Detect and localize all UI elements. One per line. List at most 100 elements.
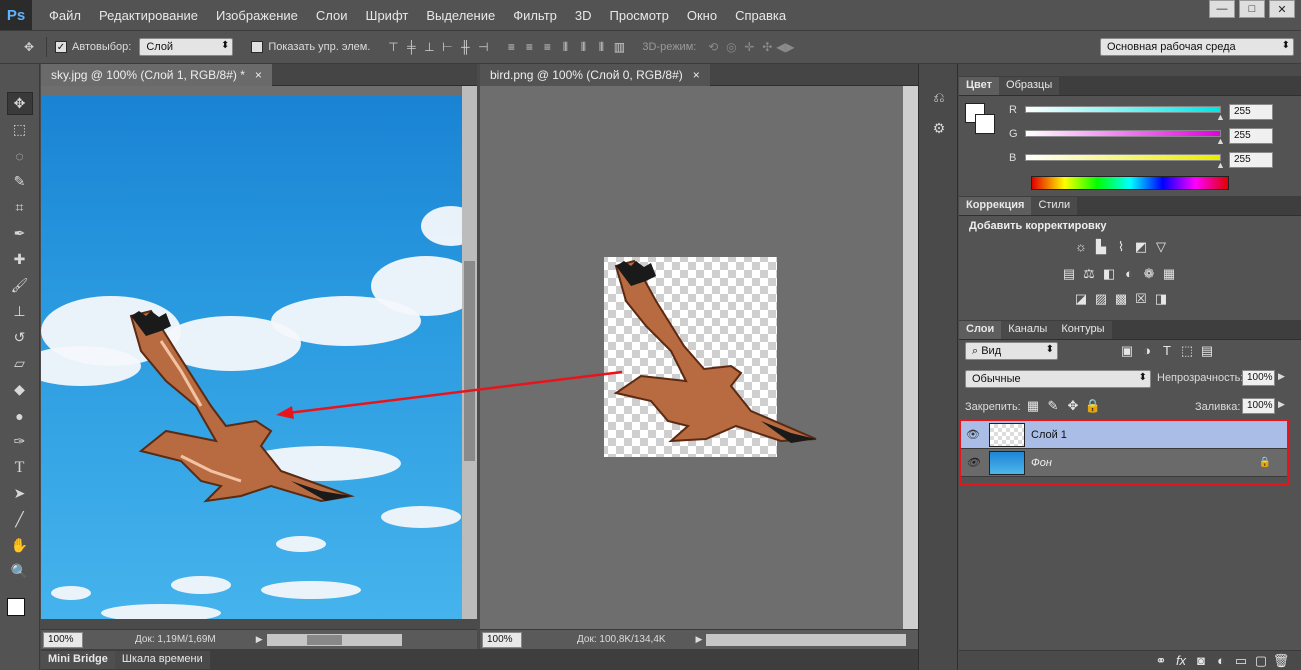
healing-tool-icon[interactable]: ✚ [7, 248, 33, 271]
vibrance-icon[interactable]: ▽ [1153, 239, 1169, 255]
posterize-icon[interactable]: ▨ [1093, 291, 1109, 307]
distribute-bottom-icon[interactable]: ≡ [538, 38, 556, 56]
pen-tool-icon[interactable]: ✑ [7, 430, 33, 453]
quick-select-tool-icon[interactable]: ✎ [7, 170, 33, 193]
path-select-tool-icon[interactable]: ➤ [7, 482, 33, 505]
stamp-tool-icon[interactable]: ⊥ [7, 300, 33, 323]
filter-smart-icon[interactable]: ▤ [1199, 343, 1215, 359]
tab-layers[interactable]: Слои [959, 321, 1002, 339]
link-layers-icon[interactable]: ⚭ [1153, 653, 1169, 669]
tab-sky[interactable]: sky.jpg @ 100% (Слой 1, RGB/8#) * × [41, 64, 272, 86]
black-white-icon[interactable]: ◧ [1101, 266, 1117, 282]
scale-3d-icon[interactable]: ◀▶ [776, 38, 794, 56]
opacity-input[interactable]: 100% [1242, 370, 1275, 386]
menu-item[interactable]: Окно [678, 8, 726, 23]
close-button[interactable]: ✕ [1269, 0, 1295, 18]
slider-handle-icon[interactable]: ▲ [1216, 136, 1225, 146]
add-mask-icon[interactable]: ◙ [1193, 653, 1209, 669]
distribute-right-icon[interactable]: ⦀ [592, 38, 610, 56]
layer-name[interactable]: Фон [1031, 457, 1052, 469]
distribute-vcenter-icon[interactable]: ≡ [520, 38, 538, 56]
foreground-color-swatch[interactable] [6, 598, 25, 616]
zoom-tool-icon[interactable]: 🔍 [7, 560, 33, 583]
color-balance-icon[interactable]: ⚖ [1081, 266, 1097, 282]
blend-mode-dropdown[interactable]: Обычные [965, 370, 1151, 388]
rotate-3d-icon[interactable]: ⟲ [704, 38, 722, 56]
channel-value-input[interactable]: 255 [1229, 128, 1273, 144]
visibility-eye-icon[interactable]: 👁 [961, 456, 985, 469]
levels-icon[interactable]: ▙ [1093, 239, 1109, 255]
sky-vertical-scrollbar[interactable] [462, 86, 477, 619]
channel-slider[interactable] [1025, 106, 1221, 113]
dodge-tool-icon[interactable]: ● [7, 404, 33, 427]
drag-3d-icon[interactable]: ✛ [740, 38, 758, 56]
marquee-tool-icon[interactable]: ⬚ [7, 118, 33, 141]
menu-item[interactable]: Слои [307, 8, 357, 23]
hue-saturation-icon[interactable]: ▤ [1061, 266, 1077, 282]
menu-item[interactable]: Выделение [417, 8, 504, 23]
menu-item[interactable]: Изображение [207, 8, 307, 23]
channel-value-input[interactable]: 255 [1229, 152, 1273, 168]
opacity-arrow-icon[interactable]: ▶ [1278, 371, 1285, 382]
layer-row-fon[interactable]: 👁 Фон 🔒 [961, 449, 1287, 477]
crop-tool-icon[interactable]: ⌗ [7, 196, 33, 219]
curves-icon[interactable]: ⌇ [1113, 239, 1129, 255]
channel-slider[interactable] [1025, 154, 1221, 161]
tab-swatches[interactable]: Образцы [999, 77, 1060, 95]
tab-bird[interactable]: bird.png @ 100% (Слой 0, RGB/8#) × [480, 64, 710, 86]
new-group-icon[interactable]: ▭ [1233, 653, 1249, 669]
bird-zoom-field[interactable]: 100% [482, 631, 522, 648]
filter-pixel-icon[interactable]: ▣ [1119, 343, 1135, 359]
layer-style-icon[interactable]: fx [1173, 653, 1189, 669]
color-lookup-icon[interactable]: ▦ [1161, 266, 1177, 282]
menu-item[interactable]: 3D [566, 8, 601, 23]
tab-channels[interactable]: Каналы [1001, 321, 1055, 339]
align-hcenter-icon[interactable]: ╫ [456, 38, 474, 56]
fill-input[interactable]: 100% [1242, 398, 1275, 414]
menu-item[interactable]: Редактирование [90, 8, 207, 23]
menu-item[interactable]: Справка [726, 8, 795, 23]
move-tool-icon[interactable]: ✥ [6, 92, 33, 115]
tab-timeline[interactable]: Шкала времени [114, 650, 210, 669]
layer-name[interactable]: Слой 1 [1031, 429, 1067, 441]
restore-button[interactable]: □ [1239, 0, 1265, 18]
move-tool-icon[interactable]: ✥ [20, 38, 38, 56]
menu-item[interactable]: Шрифт [357, 8, 418, 23]
photo-filter-icon[interactable]: ◐ [1121, 265, 1137, 281]
filter-adjustment-icon[interactable]: ◑ [1139, 342, 1155, 358]
menu-item[interactable]: Просмотр [601, 8, 678, 23]
gradient-map-icon[interactable]: ☒ [1133, 291, 1149, 307]
filter-type-icon[interactable]: T [1159, 342, 1175, 358]
brightness-icon[interactable]: ☼ [1073, 238, 1089, 254]
filter-shape-icon[interactable]: ⬚ [1179, 343, 1195, 359]
distribute-hcenter-icon[interactable]: ⦀ [574, 38, 592, 56]
slide-3d-icon[interactable]: ✣ [758, 38, 776, 56]
new-layer-icon[interactable]: ▢ [1253, 653, 1269, 669]
history-brush-tool-icon[interactable]: ↺ [7, 326, 33, 349]
line-tool-icon[interactable]: ╱ [7, 508, 33, 531]
tab-adjustments[interactable]: Коррекция [959, 197, 1032, 215]
type-tool-icon[interactable]: T [7, 456, 33, 479]
sky-status-arrow-icon[interactable]: ▶ [256, 634, 263, 645]
roll-3d-icon[interactable]: ◎ [722, 38, 740, 56]
tab-close-icon[interactable]: × [693, 68, 700, 82]
bird-status-arrow-icon[interactable]: ▶ [696, 634, 703, 645]
tab-styles[interactable]: Стили [1031, 197, 1078, 215]
tab-close-icon[interactable]: × [255, 68, 262, 82]
slider-handle-icon[interactable]: ▲ [1216, 160, 1225, 170]
sky-zoom-field[interactable]: 100% [43, 631, 83, 648]
history-panel-icon[interactable]: ⎌ [926, 86, 952, 109]
bird-vertical-scrollbar[interactable] [903, 86, 918, 629]
tab-paths[interactable]: Контуры [1054, 321, 1112, 339]
minimize-button[interactable]: — [1209, 0, 1235, 18]
background-color-swatch[interactable] [975, 114, 995, 134]
align-right-icon[interactable]: ⊣ [474, 38, 492, 56]
menu-item[interactable]: Файл [40, 8, 90, 23]
align-vcenter-icon[interactable]: ╪ [402, 38, 420, 56]
selective-color-icon[interactable]: ◨ [1153, 291, 1169, 307]
channel-value-input[interactable]: 255 [1229, 104, 1273, 120]
color-spectrum-bar[interactable] [1031, 176, 1229, 190]
brush-tool-icon[interactable]: 🖌 [7, 274, 33, 297]
tab-color[interactable]: Цвет [959, 77, 1000, 95]
align-bottom-icon[interactable]: ⊥ [420, 38, 438, 56]
